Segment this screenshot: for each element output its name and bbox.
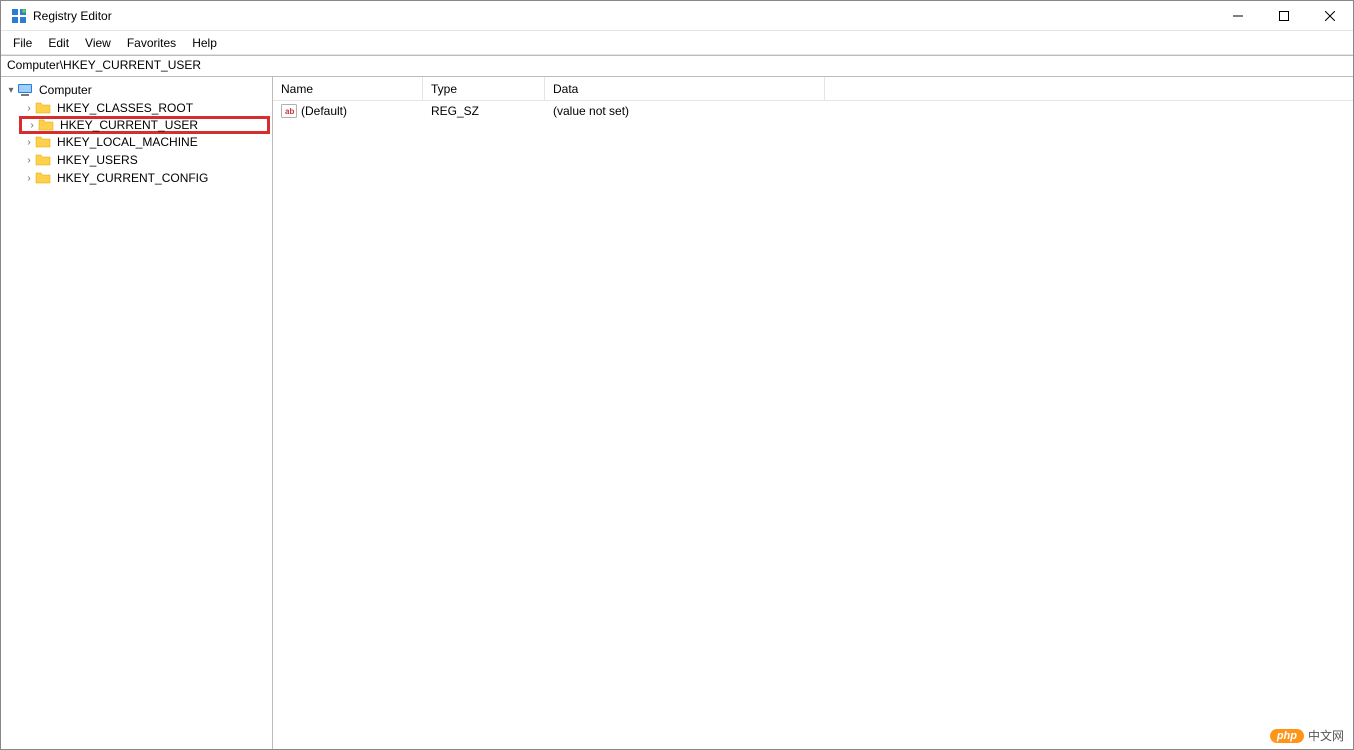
- folder-icon: [38, 117, 54, 133]
- window-title: Registry Editor: [33, 9, 112, 23]
- svg-text:ab: ab: [285, 107, 294, 116]
- tree-item-label: HKEY_USERS: [55, 153, 140, 167]
- watermark-text: 中文网: [1308, 727, 1344, 744]
- chevron-right-icon[interactable]: ›: [23, 137, 35, 148]
- menu-favorites[interactable]: Favorites: [119, 34, 184, 52]
- column-header-data[interactable]: Data: [545, 77, 825, 100]
- registry-editor-window: Registry Editor File Edit View Favorites…: [0, 0, 1354, 750]
- column-header-type[interactable]: Type: [423, 77, 545, 100]
- close-icon: [1325, 11, 1335, 21]
- minimize-icon: [1233, 11, 1243, 21]
- value-type: REG_SZ: [431, 104, 479, 118]
- menubar: File Edit View Favorites Help: [1, 31, 1353, 55]
- folder-icon: [35, 134, 51, 150]
- chevron-right-icon[interactable]: ›: [23, 103, 35, 114]
- app-icon: [11, 8, 27, 24]
- tree-item-label: HKEY_CURRENT_CONFIG: [55, 171, 210, 185]
- chevron-right-icon[interactable]: ›: [23, 155, 35, 166]
- tree-item-hkey-classes-root[interactable]: › HKEY_CLASSES_ROOT: [19, 99, 272, 117]
- tree-item-hkey-current-user[interactable]: › HKEY_CURRENT_USER: [19, 116, 270, 134]
- menu-file[interactable]: File: [5, 34, 40, 52]
- tree-item-label: HKEY_CLASSES_ROOT: [55, 101, 195, 115]
- chevron-right-icon[interactable]: ›: [26, 120, 38, 131]
- tree-pane[interactable]: ▾ Computer › HKEY_CLASSES_ROOT › HKEY_CURRE…: [1, 77, 273, 749]
- folder-icon: [35, 152, 51, 168]
- list-body[interactable]: ab (Default) REG_SZ (value not set): [273, 101, 1353, 749]
- folder-icon: [35, 100, 51, 116]
- menu-edit[interactable]: Edit: [40, 34, 77, 52]
- registry-value-row[interactable]: ab (Default) REG_SZ (value not set): [273, 101, 1353, 121]
- tree-item-hkey-local-machine[interactable]: › HKEY_LOCAL_MACHINE: [19, 133, 272, 151]
- menu-view[interactable]: View: [77, 34, 119, 52]
- tree-root-computer[interactable]: ▾ Computer: [1, 81, 272, 99]
- tree-children: › HKEY_CLASSES_ROOT › HKEY_CURRENT_USER › HKE…: [1, 99, 272, 187]
- tree-item-hkey-users[interactable]: › HKEY_USERS: [19, 151, 272, 169]
- maximize-button[interactable]: [1261, 1, 1307, 31]
- value-data: (value not set): [553, 104, 629, 118]
- maximize-icon: [1279, 11, 1289, 21]
- titlebar: Registry Editor: [1, 1, 1353, 31]
- folder-icon: [35, 170, 51, 186]
- watermark: php 中文网: [1270, 727, 1344, 744]
- close-button[interactable]: [1307, 1, 1353, 31]
- tree-item-label: HKEY_LOCAL_MACHINE: [55, 135, 200, 149]
- value-name: (Default): [301, 104, 347, 118]
- chevron-right-icon[interactable]: ›: [23, 173, 35, 184]
- minimize-button[interactable]: [1215, 1, 1261, 31]
- string-value-icon: ab: [281, 104, 297, 118]
- computer-icon: [17, 82, 33, 98]
- list-pane: Name Type Data ab (Default) REG_SZ (value n…: [273, 77, 1353, 749]
- watermark-pill: php: [1270, 729, 1304, 743]
- chevron-down-icon[interactable]: ▾: [5, 85, 17, 96]
- tree-item-label: HKEY_CURRENT_USER: [58, 118, 200, 132]
- list-header: Name Type Data: [273, 77, 1353, 101]
- main-area: ▾ Computer › HKEY_CLASSES_ROOT › HKEY_CURRE…: [1, 77, 1353, 749]
- tree-root-label: Computer: [37, 83, 94, 97]
- tree-item-hkey-current-config[interactable]: › HKEY_CURRENT_CONFIG: [19, 169, 272, 187]
- menu-help[interactable]: Help: [184, 34, 225, 52]
- address-bar[interactable]: Computer\HKEY_CURRENT_USER: [1, 55, 1353, 77]
- column-header-name[interactable]: Name: [273, 77, 423, 100]
